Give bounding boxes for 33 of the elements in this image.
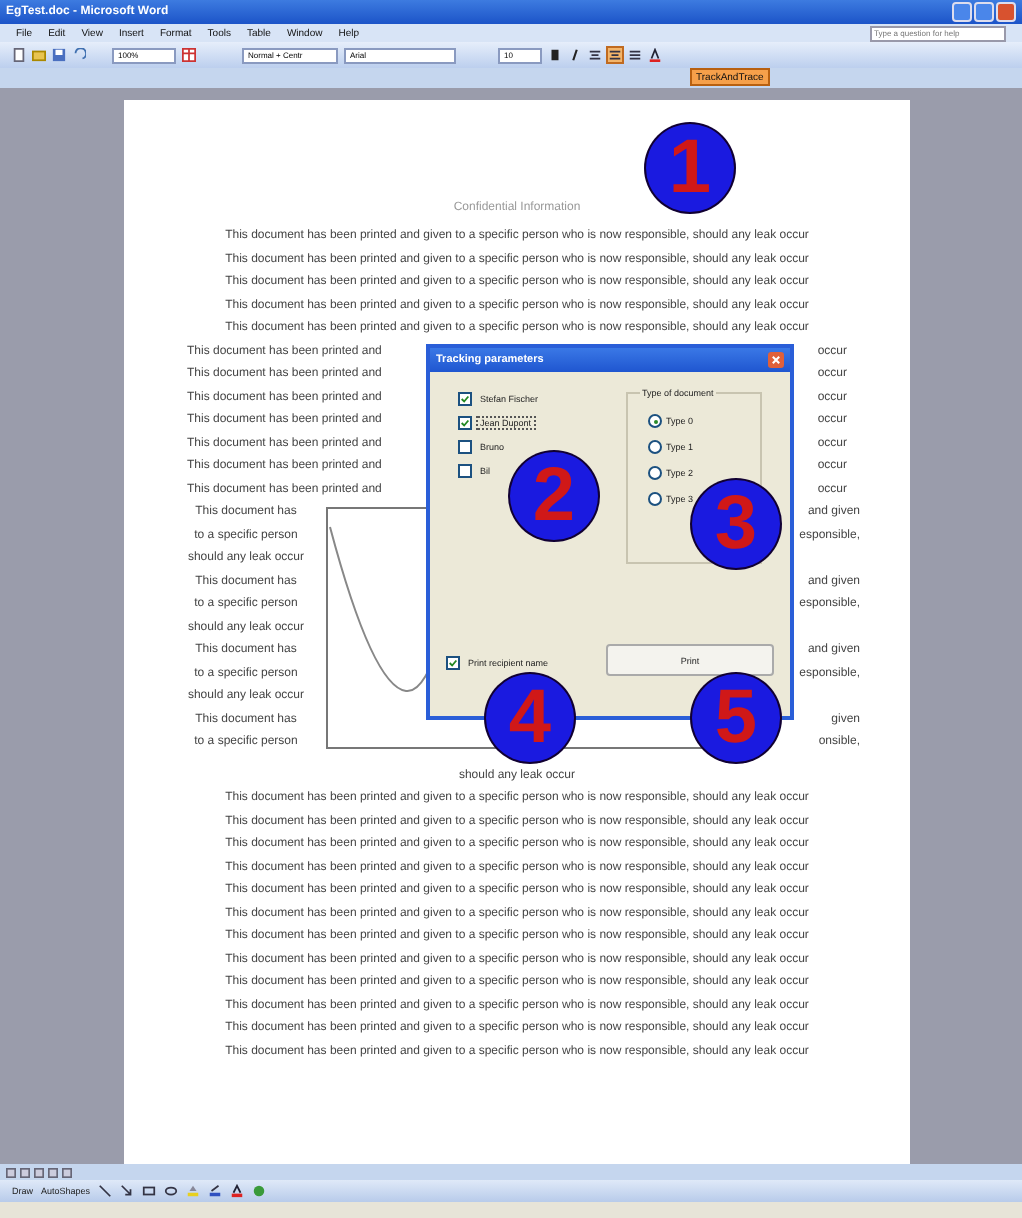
checkbox[interactable] <box>458 440 472 454</box>
checkbox[interactable] <box>446 656 460 670</box>
radio-button[interactable] <box>648 492 662 506</box>
close-button[interactable] <box>996 2 1016 22</box>
radio-button[interactable] <box>648 414 662 428</box>
italic-icon[interactable] <box>568 48 582 62</box>
folder-icon[interactable] <box>32 48 46 62</box>
checkbox[interactable] <box>458 416 472 430</box>
number-callout: 1 <box>646 124 734 212</box>
minimize-button[interactable] <box>952 2 972 22</box>
checkbox[interactable] <box>458 464 472 478</box>
number-callout: 4 <box>486 674 574 762</box>
close-icon[interactable] <box>768 352 784 368</box>
font-color-icon[interactable] <box>648 48 662 62</box>
radio-button[interactable] <box>648 440 662 454</box>
line-color-icon[interactable] <box>208 1184 223 1198</box>
maximize-button[interactable] <box>974 2 994 22</box>
save-icon[interactable] <box>52 48 66 62</box>
align-center-icon[interactable] <box>608 48 622 62</box>
align-icon[interactable] <box>588 48 602 62</box>
table-icon[interactable] <box>182 48 196 62</box>
fill-color-icon[interactable] <box>186 1184 201 1198</box>
arrow-icon[interactable] <box>120 1184 135 1198</box>
line-icon[interactable] <box>98 1184 113 1198</box>
list-icon[interactable] <box>628 48 642 62</box>
oval-icon[interactable] <box>164 1184 179 1198</box>
font-color-icon[interactable] <box>230 1184 245 1198</box>
new-document-icon[interactable] <box>12 48 26 62</box>
rectangle-icon[interactable] <box>142 1184 157 1198</box>
number-callout: 5 <box>692 674 780 762</box>
radio-button[interactable] <box>648 466 662 480</box>
checkbox[interactable] <box>458 392 472 406</box>
undo-icon[interactable] <box>72 48 86 62</box>
